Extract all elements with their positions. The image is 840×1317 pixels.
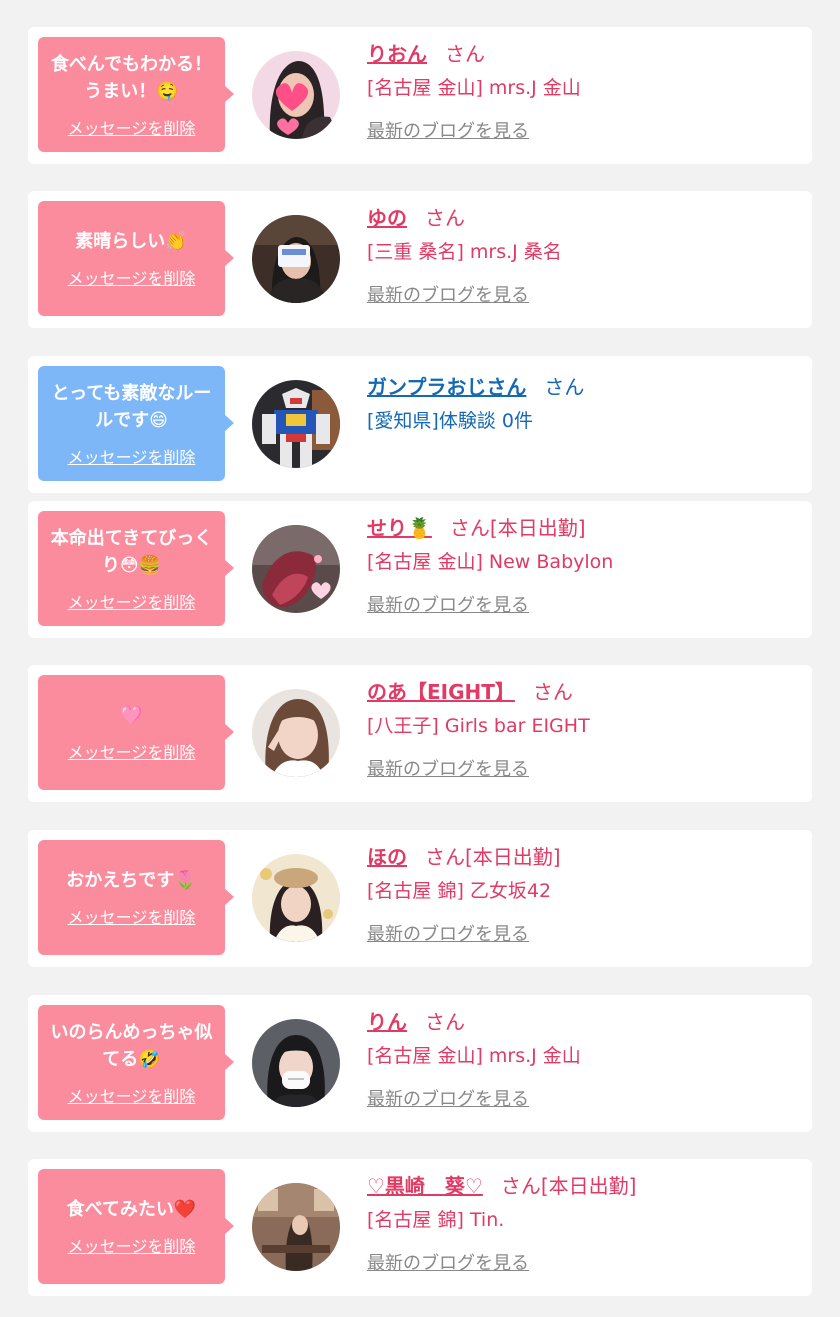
delete-message-link[interactable]: メッセージを削除: [68, 904, 196, 928]
profile-info: りおん さん [名古屋 金山] mrs.J 金山 最新のブログを見る: [367, 35, 802, 143]
message-bubble: いのらんめっちゃ似てる🤣 メッセージを削除: [38, 1005, 234, 1120]
shop-label: [名古屋 錦] Tin.: [367, 1209, 505, 1231]
list-item: 食べんでもわかる！うまい！🤤 メッセージを削除 りおん さん [名古屋 金山] …: [28, 27, 812, 164]
delete-message-link[interactable]: メッセージを削除: [68, 1233, 196, 1257]
avatar[interactable]: [252, 689, 340, 777]
honorific-suffix: さん[本日出勤]: [425, 844, 561, 869]
profile-name-link[interactable]: ガンプラおじさん: [367, 371, 526, 400]
profile-name-link[interactable]: りおん: [367, 38, 427, 67]
list-item: 🩷 メッセージを削除 のあ【EIGHT】 さん [八王子] Girls bar …: [28, 665, 812, 802]
message-list: 食べんでもわかる！うまい！🤤 メッセージを削除 りおん さん [名古屋 金山] …: [0, 0, 840, 1317]
list-item: おかえちです🌷 メッセージを削除 ほの さん[本日出勤] [名古屋 錦] 乙女坂…: [28, 830, 812, 967]
latest-blog-link[interactable]: 最新のブログを見る: [367, 591, 529, 617]
message-text: いのらんめっちゃ似てる🤣: [50, 1021, 213, 1070]
honorific-suffix: さん: [425, 205, 465, 230]
list-item: 食べてみたい❤️ メッセージを削除 ♡黒崎 葵♡ さん[本日出勤] [名古屋 錦…: [28, 1159, 812, 1296]
latest-blog-link[interactable]: 最新のブログを見る: [367, 1249, 529, 1275]
latest-blog-link[interactable]: 最新のブログを見る: [367, 920, 529, 946]
message-bubble: 食べてみたい❤️ メッセージを削除: [38, 1169, 234, 1284]
message-bubble: 素晴らしい👏 メッセージを削除: [38, 201, 234, 316]
profile-info: のあ【EIGHT】 さん [八王子] Girls bar EIGHT 最新のブロ…: [367, 673, 802, 781]
profile-info: ゆの さん [三重 桑名] mrs.J 桑名 最新のブログを見る: [367, 199, 802, 307]
list-item: いのらんめっちゃ似てる🤣 メッセージを削除 りん さん [名古屋 金山] mrs…: [28, 995, 812, 1132]
shop-label: [八王子] Girls bar EIGHT: [367, 715, 590, 737]
honorific-suffix: さん[本日出勤]: [500, 1173, 637, 1198]
message-bubble: とっても素敵なルールです😄 メッセージを削除: [38, 366, 234, 481]
shop-label: [名古屋 錦] 乙女坂42: [367, 880, 552, 902]
message-text: 食べんでもわかる！うまい！🤤: [50, 53, 213, 102]
shop-label: [名古屋 金山] mrs.J 金山: [367, 1045, 581, 1067]
message-text: 素晴らしい👏: [75, 231, 188, 252]
review-count-label: [愛知県]体験談 0件: [367, 410, 533, 432]
message-bubble: おかえちです🌷 メッセージを削除: [38, 840, 234, 955]
message-text: おかえちです🌷: [66, 870, 197, 891]
profile-name-link[interactable]: せり🍍: [367, 512, 432, 541]
avatar[interactable]: [252, 1019, 340, 1107]
profile-info: りん さん [名古屋 金山] mrs.J 金山 最新のブログを見る: [367, 1003, 802, 1111]
honorific-suffix: さん: [544, 374, 585, 399]
message-text: とっても素敵なルールです😄: [51, 382, 212, 431]
profile-name-link[interactable]: りん: [367, 1006, 407, 1035]
honorific-suffix: さん[本日出勤]: [449, 515, 586, 540]
latest-blog-link[interactable]: 最新のブログを見る: [367, 1085, 529, 1111]
delete-message-link[interactable]: メッセージを削除: [68, 589, 196, 613]
message-text: 本命出てきてびっくり😳🍔: [50, 527, 213, 576]
avatar[interactable]: [252, 51, 340, 139]
avatar[interactable]: [252, 380, 340, 468]
delete-message-link[interactable]: メッセージを削除: [68, 1083, 196, 1107]
shop-label: [名古屋 金山] mrs.J 金山: [367, 77, 581, 99]
profile-name-link[interactable]: ほの: [367, 841, 407, 870]
honorific-suffix: さん: [425, 1009, 465, 1034]
delete-message-link[interactable]: メッセージを削除: [68, 444, 196, 468]
profile-info: ガンプラおじさん さん [愛知県]体験談 0件: [367, 364, 802, 438]
shop-label: [名古屋 金山] New Babylon: [367, 551, 614, 573]
latest-blog-link[interactable]: 最新のブログを見る: [367, 755, 529, 781]
delete-message-link[interactable]: メッセージを削除: [68, 115, 196, 139]
honorific-suffix: さん: [532, 679, 573, 704]
profile-name-link[interactable]: ゆの: [367, 202, 407, 231]
delete-message-link[interactable]: メッセージを削除: [68, 265, 196, 289]
profile-info: ほの さん[本日出勤] [名古屋 錦] 乙女坂42 最新のブログを見る: [367, 838, 802, 946]
list-item: 素晴らしい👏 メッセージを削除 ゆの さん [三重 桑名] mrs.J 桑名 最…: [28, 191, 812, 328]
avatar[interactable]: [252, 1183, 340, 1271]
profile-info: せり🍍 さん[本日出勤] [名古屋 金山] New Babylon 最新のブログ…: [367, 509, 802, 617]
latest-blog-link[interactable]: 最新のブログを見る: [367, 117, 529, 143]
delete-message-link[interactable]: メッセージを削除: [68, 739, 196, 763]
message-text: 🩷: [120, 705, 143, 726]
profile-name-link[interactable]: ♡黒崎 葵♡: [367, 1170, 483, 1199]
message-bubble: 食べんでもわかる！うまい！🤤 メッセージを削除: [38, 37, 234, 152]
profile-name-link[interactable]: のあ【EIGHT】: [367, 676, 515, 705]
latest-blog-link[interactable]: 最新のブログを見る: [367, 281, 529, 307]
list-item: 本命出てきてびっくり😳🍔 メッセージを削除 せり🍍 さん[本日出勤] [名古屋 …: [28, 501, 812, 638]
message-bubble: 本命出てきてびっくり😳🍔 メッセージを削除: [38, 511, 234, 626]
shop-label: [三重 桑名] mrs.J 桑名: [367, 241, 562, 263]
avatar[interactable]: [252, 215, 340, 303]
message-text: 食べてみたい❤️: [66, 1199, 197, 1220]
list-item: とっても素敵なルールです😄 メッセージを削除 ガンプラおじさん さん [愛知県]…: [28, 356, 812, 493]
profile-info: ♡黒崎 葵♡ さん[本日出勤] [名古屋 錦] Tin. 最新のブログを見る: [367, 1167, 802, 1275]
message-bubble: 🩷 メッセージを削除: [38, 675, 234, 790]
avatar[interactable]: [252, 525, 340, 613]
avatar[interactable]: [252, 854, 340, 942]
honorific-suffix: さん: [445, 41, 485, 66]
